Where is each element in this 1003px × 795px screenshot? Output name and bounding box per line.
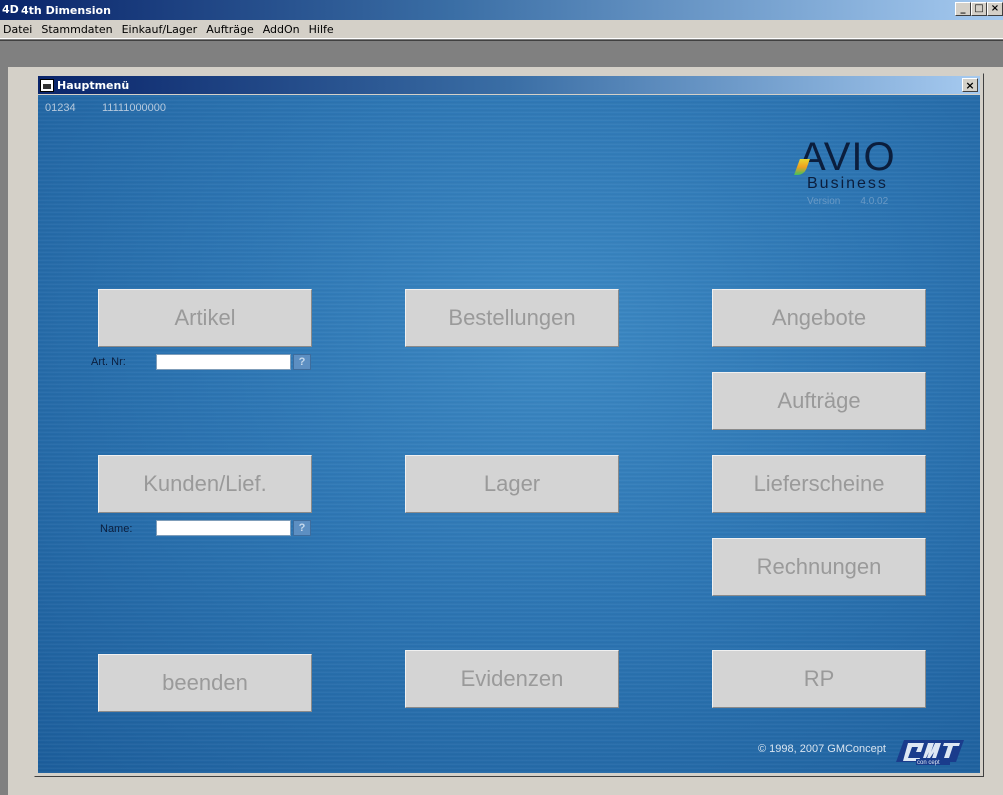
menu-datei[interactable]: Datei: [0, 23, 35, 36]
beenden-button[interactable]: beenden: [98, 654, 312, 712]
auftraege-button[interactable]: Aufträge: [712, 372, 926, 430]
logo-brand: AVIO: [799, 135, 896, 179]
lager-button[interactable]: Lager: [405, 455, 619, 513]
kunden-lief-button[interactable]: Kunden/Lief.: [98, 455, 312, 513]
minimize-button[interactable]: _: [955, 2, 971, 16]
name-help-button[interactable]: ?: [293, 520, 311, 536]
menu-addon[interactable]: AddOn: [260, 23, 303, 36]
main-menu-titlebar: Hauptmenü ×: [38, 76, 980, 94]
maximize-button[interactable]: □: [971, 2, 987, 16]
art-nr-input[interactable]: [156, 354, 291, 370]
app-logo-icon: 4D: [2, 3, 19, 16]
lieferscheine-button[interactable]: Lieferscheine: [712, 455, 926, 513]
window-controls: _ □ ×: [955, 2, 1003, 16]
evidenzen-button[interactable]: Evidenzen: [405, 650, 619, 708]
app-title: 4th Dimension: [21, 3, 111, 17]
window-title: Hauptmenü: [57, 78, 130, 92]
version-label: Version: [807, 196, 841, 207]
header-code: 01234: [45, 102, 76, 114]
logo-version-line: Version 4.0.02: [799, 196, 919, 207]
gmconcept-logo-icon: con cept: [896, 740, 964, 766]
artikel-button[interactable]: Artikel: [98, 289, 312, 347]
app-titlebar: 4D 4th Dimension _ □ ×: [0, 0, 1003, 20]
window-icon: [40, 78, 54, 92]
angebote-button[interactable]: Angebote: [712, 289, 926, 347]
menu-einkauf-lager[interactable]: Einkauf/Lager: [119, 23, 201, 36]
gm-logo-text: con cept: [917, 760, 940, 766]
menu-stammdaten[interactable]: Stammdaten: [38, 23, 115, 36]
window-close-button[interactable]: ×: [962, 78, 978, 92]
main-menu-content: 01234 11111000000 AVIO Business Version 4…: [38, 95, 980, 773]
header-number: 11111000000: [102, 102, 167, 114]
version-number: 4.0.02: [860, 196, 889, 207]
rp-button[interactable]: RP: [712, 650, 926, 708]
name-label: Name:: [100, 523, 133, 535]
close-button[interactable]: ×: [987, 2, 1003, 16]
art-nr-label: Art. Nr:: [91, 356, 126, 368]
main-menu-window: Hauptmenü × 01234 11111000000 AVIO Busin…: [34, 73, 984, 777]
menu-hilfe[interactable]: Hilfe: [306, 23, 337, 36]
menubar: Datei Stammdaten Einkauf/Lager Aufträge …: [0, 20, 1003, 39]
avio-logo: AVIO Business Version 4.0.02: [794, 135, 919, 207]
name-input[interactable]: [156, 520, 291, 536]
menu-auftraege[interactable]: Aufträge: [203, 23, 257, 36]
art-nr-help-button[interactable]: ?: [293, 354, 311, 370]
logo-sub: Business: [807, 175, 888, 192]
bestellungen-button[interactable]: Bestellungen: [405, 289, 619, 347]
copyright-text: © 1998, 2007 GMConcept: [758, 743, 886, 755]
rechnungen-button[interactable]: Rechnungen: [712, 538, 926, 596]
